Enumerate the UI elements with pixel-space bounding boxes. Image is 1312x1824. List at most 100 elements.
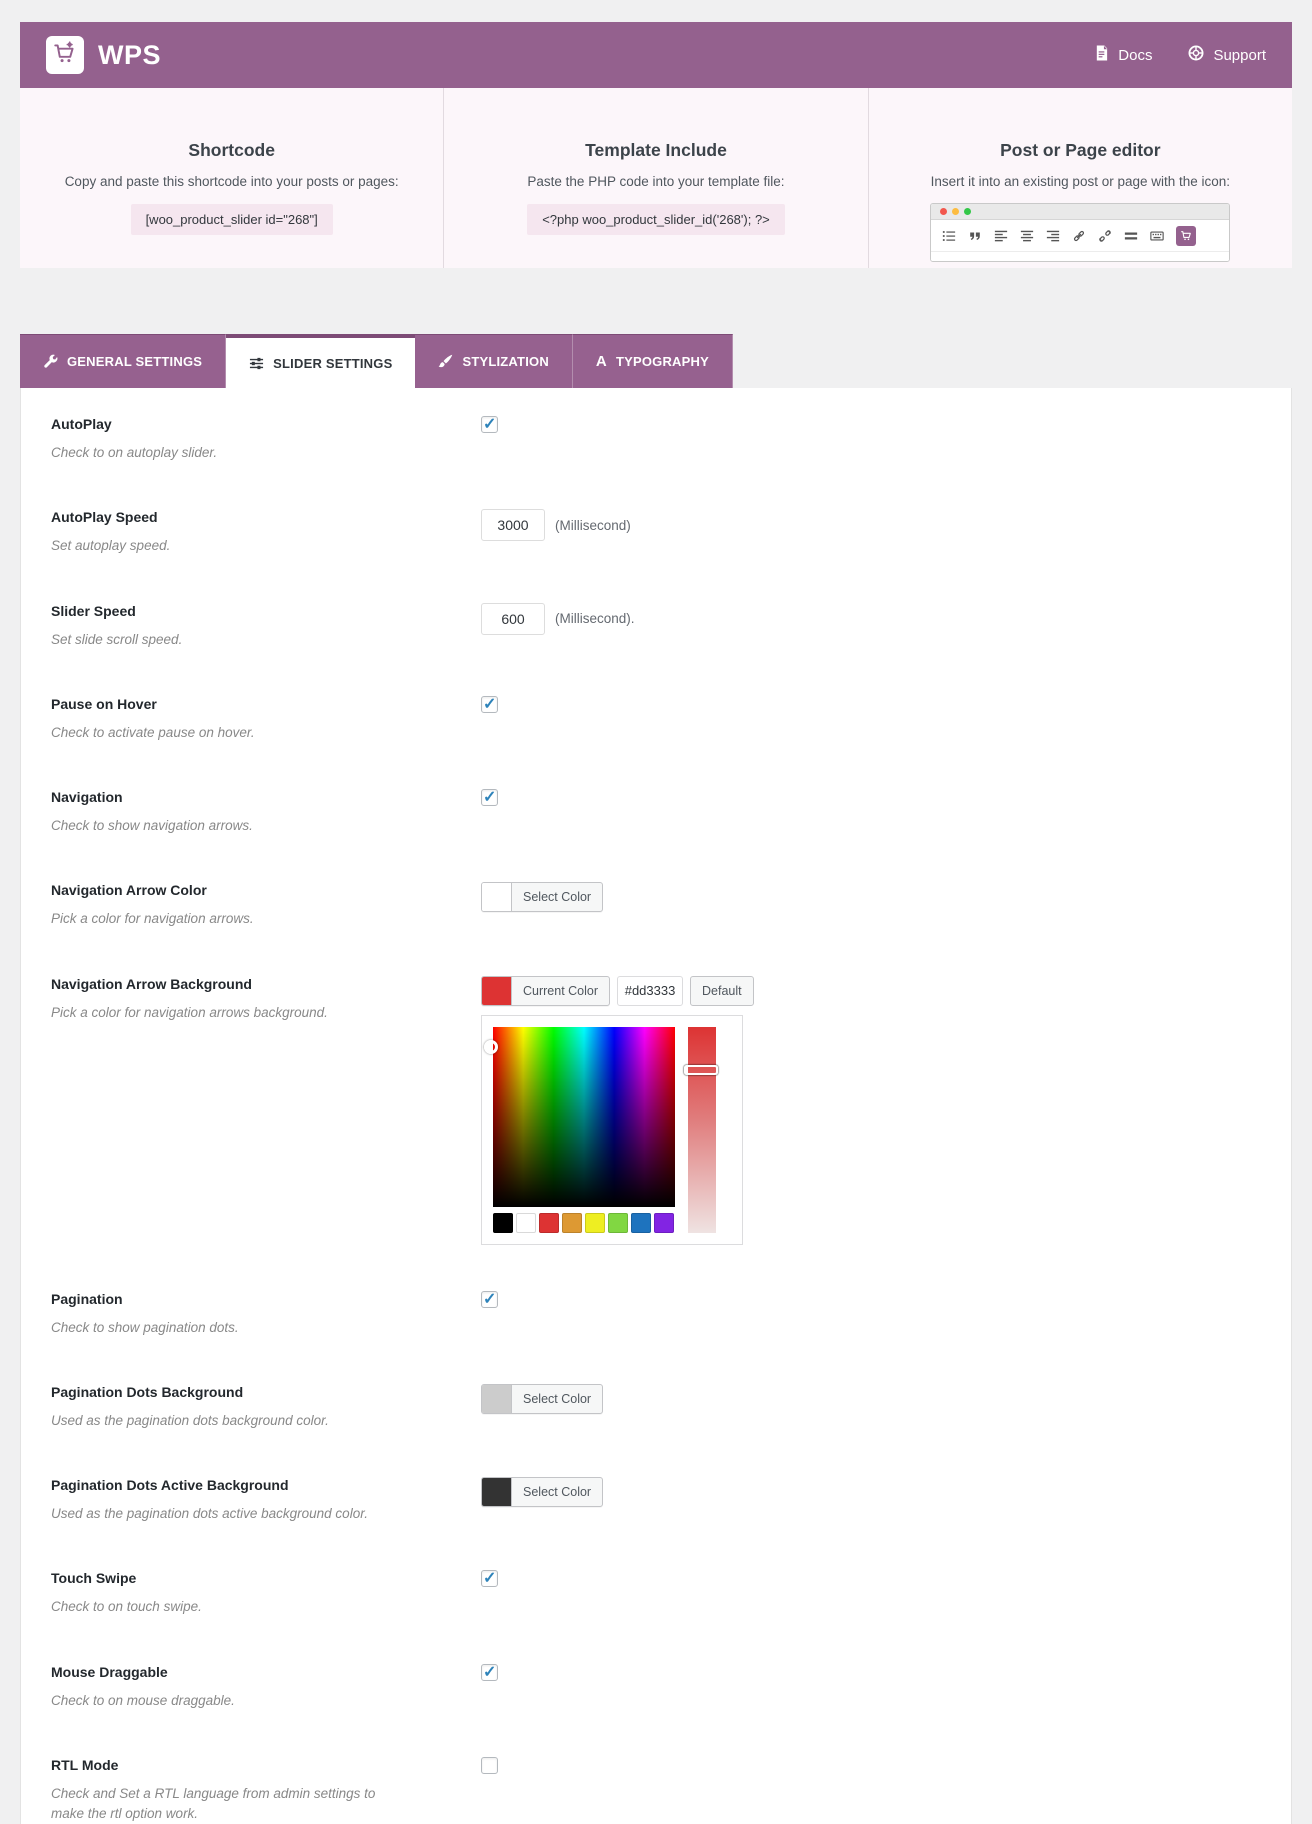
setting-label: Navigation Arrow Background [51, 975, 252, 992]
palette-swatch[interactable] [562, 1212, 582, 1233]
setting-label: RTL Mode [51, 1756, 119, 1773]
tab-stylization[interactable]: STYLIZATION [415, 334, 573, 388]
setting-description: Check to on autoplay slider. [51, 445, 218, 460]
pagination-dots-active-bg-select-button[interactable]: Select Color [481, 1477, 604, 1507]
tab-general-settings[interactable]: GENERAL SETTINGS [20, 334, 227, 388]
setting-row-autoplay-speed: AutoPlay Speed Set autoplay speed. (Mill… [51, 509, 1261, 556]
template-include-title: Template Include [585, 140, 727, 160]
app-header: WPS Docs Support [20, 22, 1292, 88]
setting-row-navigation-arrow-background: Navigation Arrow Background Pick a color… [51, 975, 1261, 1245]
setting-label: AutoPlay Speed [51, 509, 158, 526]
setting-description: Check to show pagination dots. [51, 1319, 239, 1335]
link-icon [1072, 229, 1086, 243]
palette-swatch[interactable] [516, 1212, 536, 1233]
color-palette [493, 1212, 675, 1233]
setting-label: Pagination Dots Background [51, 1383, 244, 1400]
setting-row-autoplay: AutoPlay Check to on autoplay slider. [51, 414, 1261, 463]
pagination-checkbox[interactable] [481, 1289, 498, 1309]
product-slider-cart-icon [1176, 225, 1197, 246]
current-color-button[interactable]: Current Color [481, 975, 611, 1006]
keyboard-icon [1150, 229, 1165, 243]
tab-label: SLIDER SETTINGS [273, 355, 393, 371]
setting-row-mouse-draggable: Mouse Draggable Check to on mouse dragga… [51, 1662, 1261, 1711]
mouse-draggable-checkbox[interactable] [481, 1662, 498, 1682]
color-picker [481, 1014, 743, 1245]
millisecond-note: (Millisecond). [555, 611, 635, 626]
palette-swatch[interactable] [493, 1212, 513, 1233]
setting-description: Check and Set a RTL language from admin … [51, 1785, 376, 1821]
current-color-row: Current Color Default [481, 975, 1261, 1006]
palette-swatch[interactable] [608, 1212, 628, 1233]
setting-row-rtl-mode: RTL Mode Check and Set a RTL language fr… [51, 1756, 1261, 1824]
window-dot-red [940, 208, 948, 215]
tab-typography[interactable]: A TYPOGRAPHY [572, 334, 733, 388]
setting-row-pause-on-hover: Pause on Hover Check to activate pause o… [51, 694, 1261, 743]
page-editor-card: Post or Page editor Insert it into an ex… [867, 88, 1292, 268]
align-right-icon [1046, 229, 1060, 243]
setting-description: Used as the pagination dots background c… [51, 1412, 329, 1428]
slider-speed-input[interactable] [481, 602, 545, 635]
shade-strip-handle[interactable] [684, 1064, 718, 1075]
setting-row-slider-speed: Slider Speed Set slide scroll speed. (Mi… [51, 602, 1261, 650]
setting-row-touch-swipe: Touch Swipe Check to on touch swipe. [51, 1568, 1261, 1617]
app-title: WPS [98, 39, 162, 70]
pause-on-hover-checkbox[interactable] [481, 694, 498, 714]
select-color-label: Select Color [523, 1391, 592, 1406]
navigation-checkbox[interactable] [481, 787, 498, 807]
support-label: Support [1213, 46, 1266, 64]
setting-row-navigation-arrow-color: Navigation Arrow Color Pick a color for … [51, 882, 1261, 929]
palette-swatch[interactable] [654, 1212, 674, 1233]
template-include-description: Paste the PHP code into your template fi… [527, 174, 785, 189]
autoplay-speed-input[interactable] [481, 509, 545, 542]
setting-description: Check to on touch swipe. [51, 1599, 202, 1615]
setting-row-pagination-dots-active-background: Pagination Dots Active Background Used a… [51, 1477, 1261, 1524]
setting-description: Check to on mouse draggable. [51, 1692, 235, 1708]
support-link[interactable]: Support [1188, 45, 1266, 65]
align-center-icon [1020, 229, 1034, 243]
pagination-dots-bg-select-button[interactable]: Select Color [481, 1383, 604, 1414]
touch-swipe-checkbox[interactable] [481, 1568, 498, 1588]
setting-description: Set autoplay speed. [51, 538, 171, 554]
brush-icon [438, 354, 453, 369]
palette-swatch[interactable] [631, 1212, 651, 1233]
setting-label: Touch Swipe [51, 1570, 137, 1587]
tab-slider-settings[interactable]: SLIDER SETTINGS [226, 334, 416, 388]
editor-mock-toolbar [931, 220, 1229, 251]
setting-label: Navigation Arrow Color [51, 882, 207, 899]
editor-mock-content [931, 251, 1230, 261]
setting-description: Used as the pagination dots active backg… [51, 1506, 368, 1521]
window-dot-green [964, 208, 972, 215]
blockquote-icon [968, 229, 982, 243]
shortcode-code: [woo_product_slider id="268"] [130, 204, 333, 235]
autoplay-checkbox[interactable] [481, 414, 498, 434]
align-left-icon [994, 229, 1008, 243]
setting-description: Pick a color for navigation arrows. [51, 911, 254, 927]
setting-label: AutoPlay [51, 416, 112, 432]
saturation-value-square[interactable] [484, 1026, 675, 1207]
shade-strip[interactable] [684, 1026, 718, 1233]
setting-row-navigation: Navigation Check to show navigation arro… [51, 787, 1261, 836]
color-swatch [482, 883, 512, 912]
setting-description: Check to activate pause on hover. [51, 724, 255, 740]
document-icon [1094, 45, 1109, 65]
hex-color-input[interactable] [617, 975, 684, 1006]
sliders-icon [249, 356, 264, 371]
color-picker-handle[interactable] [484, 1039, 498, 1054]
default-color-button[interactable]: Default [690, 975, 754, 1006]
setting-description: Pick a color for navigation arrows backg… [51, 1004, 328, 1020]
page-editor-title: Post or Page editor [1000, 140, 1161, 160]
setting-description: Set slide scroll speed. [51, 631, 183, 647]
wrench-icon [43, 354, 58, 369]
setting-description: Check to show navigation arrows. [51, 818, 253, 833]
tab-label: TYPOGRAPHY [615, 354, 709, 369]
editor-mock-window [930, 203, 1231, 262]
tab-label: STYLIZATION [462, 354, 549, 369]
nav-arrow-color-select-button[interactable]: Select Color [481, 882, 604, 913]
setting-label: Pagination Dots Active Background [51, 1477, 289, 1493]
rtl-mode-checkbox[interactable] [481, 1756, 498, 1774]
editor-mock-titlebar [931, 204, 1230, 220]
docs-link[interactable]: Docs [1094, 45, 1152, 65]
shortcode-card: Shortcode Copy and paste this shortcode … [20, 88, 443, 268]
palette-swatch[interactable] [585, 1212, 605, 1233]
palette-swatch[interactable] [539, 1212, 559, 1233]
